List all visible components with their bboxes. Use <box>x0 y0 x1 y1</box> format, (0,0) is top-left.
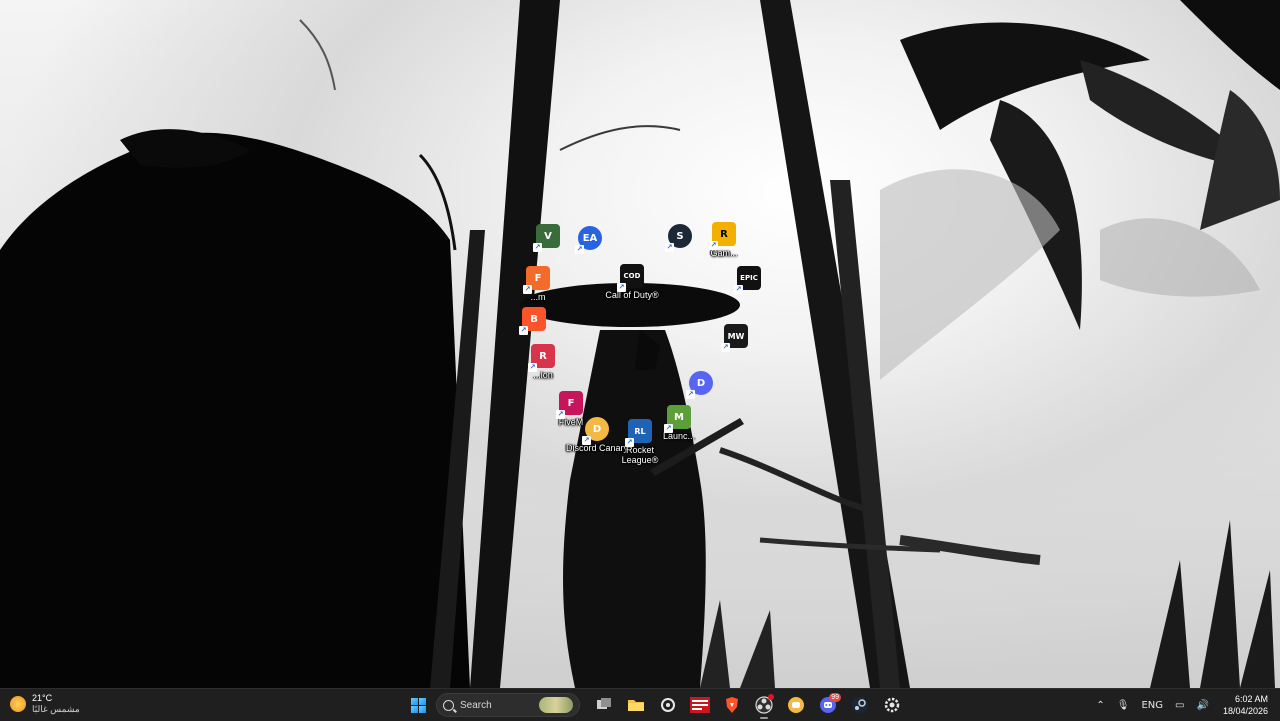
faceit-icon: F <box>523 266 550 294</box>
desktop-icon-rockstar-launcher[interactable]: R Gam... <box>692 222 756 258</box>
microphone-icon[interactable]: 🎙 <box>1117 700 1130 711</box>
task-view-icon <box>597 698 611 709</box>
search-icon <box>443 699 454 711</box>
brave-icon <box>726 697 738 713</box>
desktop-icon-label: ...m <box>530 292 546 302</box>
volume-icon[interactable]: 🔊 <box>1197 700 1209 711</box>
language-indicator[interactable]: ENG <box>1141 700 1163 711</box>
desktop-icon-minecraft-launcher[interactable]: M Launc... <box>647 405 711 441</box>
clock-time: 6:02 AM <box>1234 694 1268 704</box>
desktop-icon-call-of-duty[interactable]: COD Call of Duty® <box>600 264 664 300</box>
taskbar-steam-helper[interactable] <box>654 691 682 719</box>
wallpaper-art <box>0 0 1280 688</box>
gta-v-icon: V <box>533 224 560 252</box>
desktop-icon-brave[interactable]: B <box>502 307 566 335</box>
news-icon <box>690 697 710 713</box>
clock-date: 18/04/2026 <box>1222 706 1268 716</box>
windows-start-icon <box>410 697 426 713</box>
system-tray: ⌃ 🎙 ENG ▭ 🔊 6:02 AM 18/04/2026 <box>1090 689 1280 721</box>
modern-warfare-icon: MW <box>721 324 748 352</box>
steam-icon <box>852 697 868 713</box>
fivem-icon: F <box>556 391 583 419</box>
taskbar-search[interactable]: Search <box>436 693 580 717</box>
epic-games-icon: EPIC <box>734 266 761 294</box>
search-placeholder: Search <box>460 699 492 711</box>
discord-icon: D <box>686 371 713 399</box>
taskbar-discord[interactable]: 99 <box>814 691 842 719</box>
taskbar-brave[interactable] <box>718 691 746 719</box>
discord-badge: 99 <box>829 693 841 702</box>
desktop-icon-mw[interactable]: MW <box>704 324 768 352</box>
start-button[interactable] <box>404 691 432 719</box>
taskbar-file-explorer[interactable] <box>622 691 650 719</box>
taskbar-discord-canary[interactable] <box>782 691 810 719</box>
taskbar-obs[interactable] <box>750 691 778 719</box>
desktop-icon-epic-games[interactable]: EPIC <box>717 266 781 294</box>
steam-icon: S <box>665 224 692 252</box>
discord-canary-icon: D <box>582 417 609 445</box>
taskbar: 21°C مشمس غالبًا Search 99 ⌃ 🎙 ENG ▭ 🔊 6… <box>0 688 1280 721</box>
brave-icon: B <box>519 307 546 335</box>
weather-widget[interactable]: 21°C مشمس غالبًا <box>10 693 80 715</box>
desktop-icon-roblox[interactable]: R ...ion <box>511 344 575 380</box>
weather-temperature: 21°C <box>32 693 53 703</box>
gear-icon <box>884 697 900 713</box>
desktop-icon-discord[interactable]: D <box>669 371 733 399</box>
desktop-icon-label: Call of Duty® <box>605 290 659 300</box>
roblox-icon: R <box>528 344 555 372</box>
folder-icon <box>628 700 644 711</box>
desktop-icon-label: Rocket League® <box>621 445 659 465</box>
weather-condition: مشمس غالبًا <box>32 704 80 714</box>
desktop-icon-ea-app[interactable]: EA <box>558 226 622 254</box>
ea-app-icon: EA <box>575 226 602 254</box>
taskbar-settings[interactable] <box>878 691 906 719</box>
chevron-up-icon[interactable]: ⌃ <box>1096 700 1104 711</box>
taskbar-clock[interactable]: 6:02 AM 18/04/2026 <box>1223 693 1268 717</box>
weather-text: 21°C مشمس غالبًا <box>32 693 80 715</box>
minecraft-icon: M <box>664 405 691 433</box>
taskbar-steam[interactable] <box>846 691 874 719</box>
rockstar-icon: R <box>709 222 736 250</box>
task-view-button[interactable] <box>590 691 618 719</box>
discord-canary-icon <box>788 697 804 713</box>
weather-sun-icon <box>10 696 26 712</box>
desktop-wallpaper <box>0 0 1280 688</box>
taskbar-news-app[interactable] <box>686 691 714 719</box>
search-highlight-image <box>539 697 573 713</box>
steam-icon <box>661 698 675 712</box>
taskbar-center: Search 99 <box>404 691 906 719</box>
desktop-icon-faceit[interactable]: F ...m <box>506 266 570 302</box>
call-of-duty-icon: COD <box>617 264 644 292</box>
notification-dot <box>768 694 774 700</box>
network-icon[interactable]: ▭ <box>1175 700 1184 711</box>
